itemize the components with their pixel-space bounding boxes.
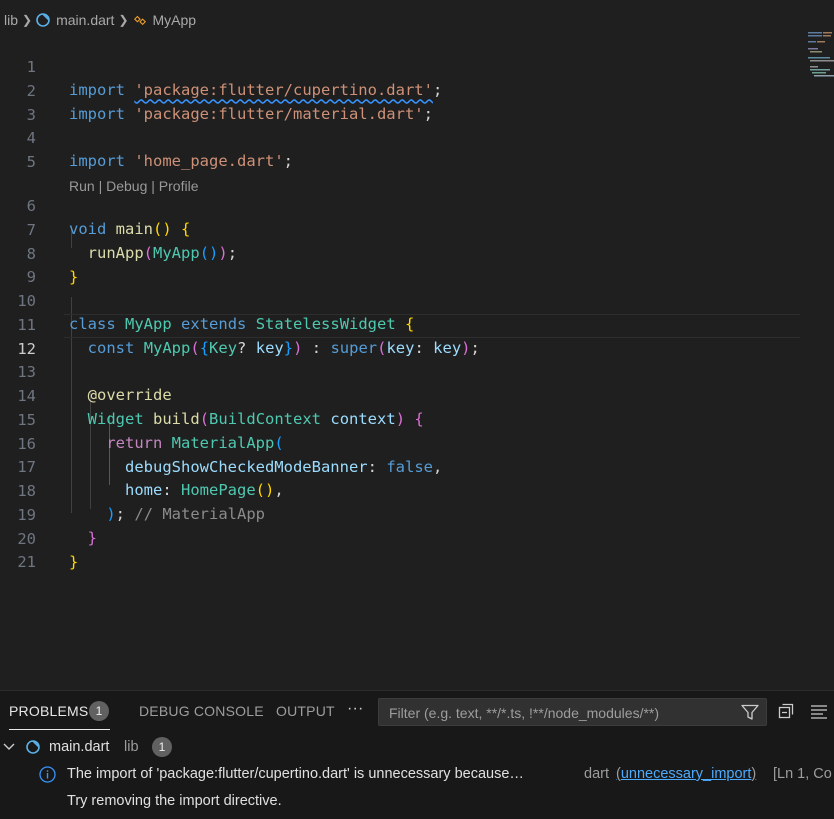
tab-output[interactable]: OUTPUT — [276, 703, 335, 719]
problem-file-name: main.dart — [49, 739, 110, 755]
line-number: 21 — [17, 552, 36, 571]
code-line: 6 void main() { — [0, 171, 834, 239]
code-line: 2 import 'package:flutter/material.dart'… — [0, 56, 834, 124]
active-tab-indicator — [9, 729, 110, 730]
code-line: 5 — [0, 127, 834, 171]
breadcrumb-symbol[interactable]: MyApp — [153, 12, 197, 28]
chevron-right-icon: ❯ — [118, 13, 129, 27]
more-tabs-icon[interactable]: ··· — [347, 700, 364, 718]
code-editor[interactable]: 1 import 'package:flutter/cupertino.dart… — [0, 32, 834, 692]
problem-message: The import of 'package:flutter/cupertino… — [67, 766, 524, 782]
chevron-down-icon[interactable] — [3, 742, 15, 752]
view-as-list-icon[interactable] — [810, 703, 828, 719]
info-icon — [39, 766, 56, 783]
code-line: 17 home: HomePage(), — [0, 432, 834, 500]
code-line: 7 runApp(MyApp()); — [0, 195, 834, 263]
filter-icon[interactable] — [741, 704, 759, 721]
file-problems-count-badge: 1 — [152, 737, 172, 757]
problems-filter[interactable] — [378, 698, 767, 726]
problem-group-row[interactable]: main.dart lib 1 — [0, 734, 834, 760]
code-line: 4 import 'home_page.dart'; — [0, 103, 834, 171]
code-line: 9 — [0, 242, 834, 286]
problem-hint-row[interactable]: Try removing the import directive. — [0, 788, 834, 814]
tab-debug-console[interactable]: DEBUG CONSOLE — [139, 703, 264, 719]
code-line: 8 } — [0, 219, 834, 287]
chevron-right-icon: ❯ — [22, 13, 33, 27]
filter-input[interactable] — [387, 701, 731, 725]
code-line: 1 import 'package:flutter/cupertino.dart… — [0, 32, 834, 100]
class-symbol-icon — [133, 15, 146, 26]
code-line: 12 — [0, 314, 834, 358]
breadcrumb: lib ❯ main.dart ❯ MyApp — [0, 8, 834, 32]
problems-count-badge: 1 — [89, 701, 109, 721]
bottom-panel: PROBLEMS 1 DEBUG CONSOLE OUTPUT ··· m — [0, 690, 834, 819]
collapse-all-icon[interactable] — [778, 703, 794, 719]
tab-problems[interactable]: PROBLEMS — [9, 703, 88, 719]
dart-file-icon — [26, 740, 40, 754]
code-line: 21 — [0, 527, 834, 571]
breadcrumb-file[interactable]: main.dart — [56, 12, 114, 28]
problem-hint: Try removing the import directive. — [67, 793, 282, 809]
code-line: 18 ); // MaterialApp — [0, 456, 834, 524]
problem-position: [Ln 1, Co — [773, 766, 832, 782]
panel-tabs: PROBLEMS 1 DEBUG CONSOLE OUTPUT ··· — [0, 691, 834, 731]
code-line: 10 class MyApp extends StatelessWidget { — [0, 266, 834, 334]
code-line: 11 const MyApp({Key? key}) : super(key: … — [0, 290, 834, 358]
problem-source: dart — [584, 766, 609, 782]
code-line: 19 } — [0, 480, 834, 548]
problem-row[interactable]: The import of 'package:flutter/cupertino… — [0, 761, 834, 787]
problem-file-folder: lib — [124, 739, 139, 755]
code-line: 16 debugShowCheckedModeBanner: false, — [0, 409, 834, 477]
problem-code-link[interactable]: (unnecessary_import) — [616, 761, 756, 787]
code-line: 15 return MaterialApp( — [0, 385, 834, 453]
code-line: 13 @override — [0, 337, 834, 405]
code-line: 20 } — [0, 504, 834, 572]
breadcrumb-folder[interactable]: lib — [4, 12, 18, 28]
dart-file-icon — [36, 13, 50, 27]
code-line: 3 — [0, 80, 834, 124]
code-line: 14 Widget build(BuildContext context) { — [0, 361, 834, 429]
